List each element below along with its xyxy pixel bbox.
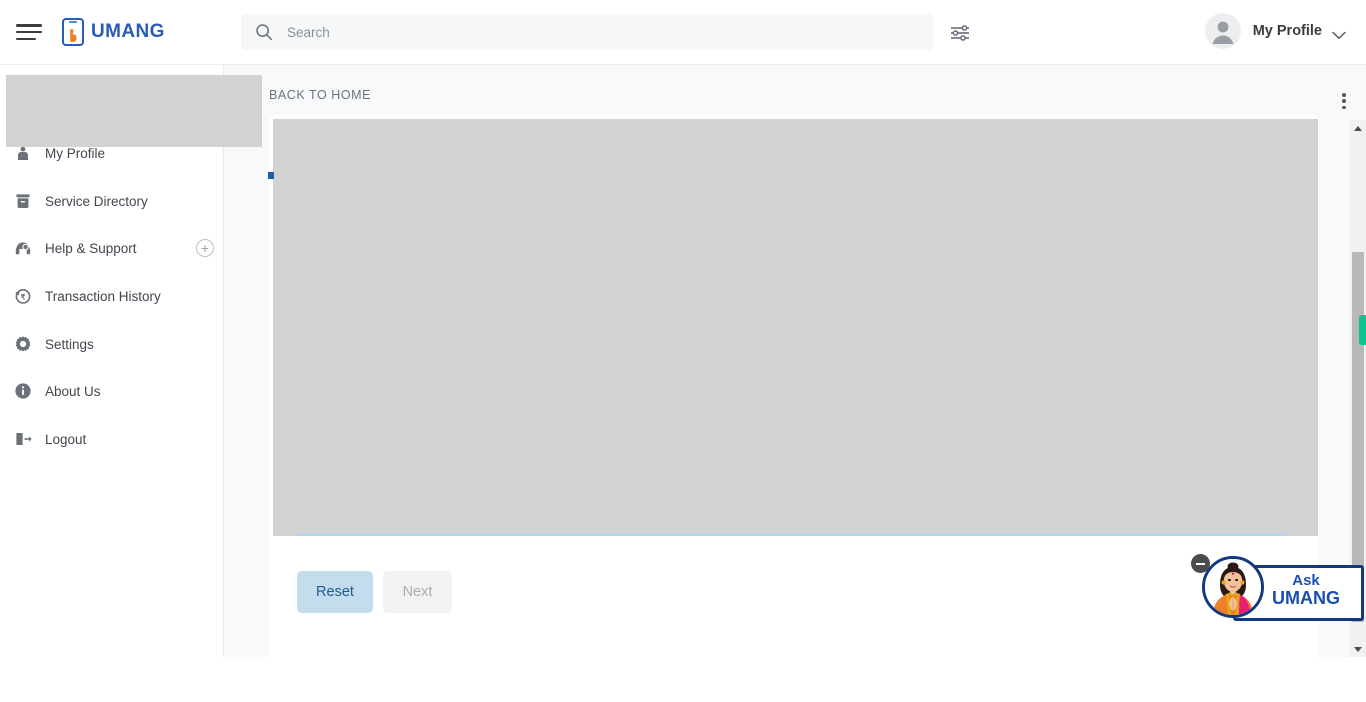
section-divider [298,534,1285,536]
more-options-icon[interactable] [1335,91,1353,111]
brand-name: UMANG [91,21,165,42]
ask-umang-assistant-avatar-icon[interactable] [1202,556,1264,618]
sidebar-item-settings[interactable]: Settings [0,329,224,359]
scroll-up-icon[interactable] [1350,120,1366,136]
sidebar-item-label: About Us [45,383,101,399]
sidebar-item-label: My Profile [45,145,106,161]
search-bar[interactable] [241,14,933,50]
headset-icon [13,238,33,258]
ask-umang-widget[interactable]: Ask UMANG [1188,552,1366,634]
search-icon [255,23,273,41]
sidebar-item-label: Logout [45,431,87,447]
kebab-dot [1342,99,1346,103]
scroll-down-icon[interactable] [1350,641,1366,657]
next-button[interactable]: Next [383,571,452,613]
chevron-down-icon [1332,27,1346,39]
profile-menu[interactable]: My Profile [1204,13,1346,49]
sidebar-item-label: Help & Support [45,240,137,256]
sidebar-item-transaction-history[interactable]: ₹ Transaction History [0,281,224,311]
archive-box-icon [13,191,33,211]
minus-glyph [1196,562,1205,565]
form-occluded-region [273,119,1318,536]
feedback-side-tab[interactable] [1359,315,1366,345]
sidebar-item-label: Settings [45,336,94,352]
hamburger-bar [16,24,42,27]
expand-help-support-icon[interactable]: + [196,239,214,257]
info-icon [13,381,33,401]
triangle-up [1354,125,1362,131]
ask-umang-line1: Ask [1292,572,1320,589]
ask-umang-text: Ask UMANG [1261,573,1351,608]
sidebar-item-label: Service Directory [45,193,148,209]
reset-button[interactable]: Reset [297,571,373,613]
sidebar-item-about-us[interactable]: About Us [0,376,224,406]
filter-sliders-icon[interactable] [949,22,971,44]
minimize-icon[interactable] [1191,554,1210,573]
search-input[interactable] [287,15,887,49]
sidebar-occluded-region [6,75,262,147]
sidebar-item-help-support[interactable]: Help & Support + [0,233,224,263]
umang-logo[interactable]: UMANG [62,18,165,46]
left-edge-marker [268,172,274,179]
sidebar-item-service-directory[interactable]: Service Directory [0,186,224,216]
profile-name: My Profile [1252,23,1322,39]
kebab-dot [1342,105,1346,109]
logout-icon [13,429,33,449]
app-header: UMANG My Profile [0,0,1366,65]
gear-icon [13,334,33,354]
triangle-down [1354,646,1362,652]
hamburger-bar [16,37,36,40]
sidebar: My Profile Service Directory Help & Supp… [0,65,224,657]
umang-phone-hand-icon [62,18,84,46]
hamburger-bar [16,30,42,34]
back-to-home-link[interactable]: BACK TO HOME [269,88,371,102]
rupee-history-icon: ₹ [13,286,33,306]
sidebar-item-label: Transaction History [45,288,161,304]
svg-text:₹: ₹ [21,293,26,302]
hamburger-menu-icon[interactable] [16,22,42,42]
ask-umang-line2: UMANG [1272,587,1340,608]
avatar [1204,13,1241,49]
sidebar-item-logout[interactable]: Logout [0,424,224,454]
kebab-dot [1342,93,1346,97]
